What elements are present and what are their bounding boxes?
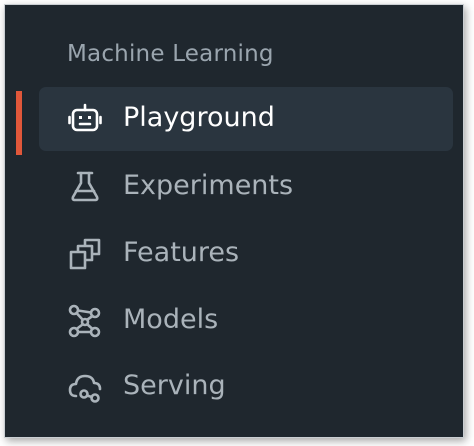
section-title: Machine Learning [67, 41, 274, 67]
sidebar-item-features[interactable]: Features [39, 222, 453, 286]
sidebar-item-label: Features [123, 237, 240, 268]
sidebar-item-models[interactable]: Models [39, 289, 453, 353]
sidebar-item-serving[interactable]: Serving [39, 355, 453, 419]
flask-icon [67, 169, 103, 205]
active-indicator [16, 91, 22, 155]
cloud-link-icon [67, 369, 103, 405]
sidebar-item-playground[interactable]: Playground [39, 87, 453, 151]
sidebar-item-experiments[interactable]: Experiments [39, 155, 453, 219]
sidebar-item-label: Models [123, 304, 219, 335]
ml-sidebar: Machine Learning Playground Experiments … [4, 4, 464, 438]
sidebar-item-label: Experiments [123, 170, 294, 201]
stacked-squares-icon [67, 236, 103, 272]
nodes-icon [67, 303, 103, 339]
sidebar-item-label: Playground [123, 102, 275, 133]
robot-icon [67, 101, 103, 137]
sidebar-item-label: Serving [123, 370, 226, 401]
